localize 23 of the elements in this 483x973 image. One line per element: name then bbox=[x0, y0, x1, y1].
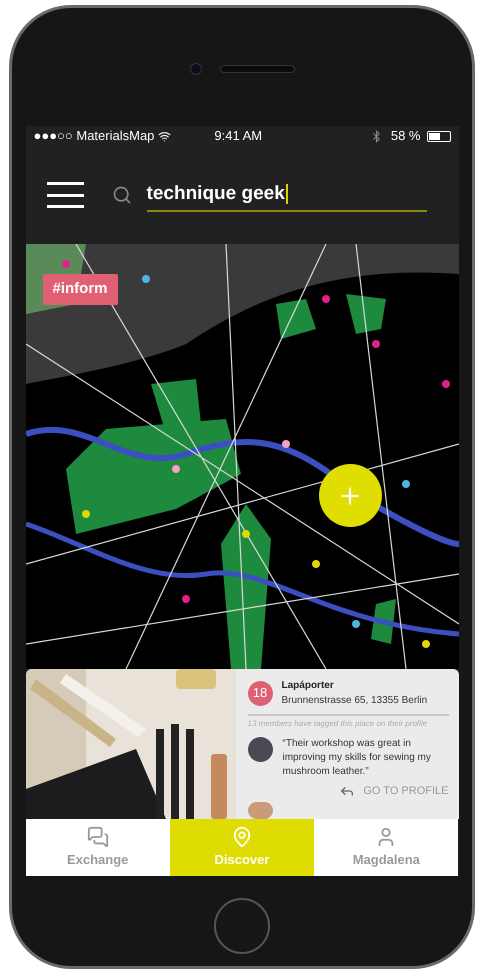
place-name: Lapáporter bbox=[282, 679, 335, 693]
place-address: Brunnenstrasse 65, 13355 Berlin bbox=[282, 694, 428, 708]
search-icon bbox=[112, 185, 132, 205]
menu-button[interactable] bbox=[46, 182, 84, 208]
go-to-profile-link[interactable]: GO TO PROFILE bbox=[339, 783, 448, 800]
tag-note: 13 members have tagged this place on their profile bbox=[248, 718, 428, 730]
tab[interactable]: Exchange bbox=[26, 819, 170, 876]
count-badge: 18 bbox=[248, 680, 272, 706]
place-card[interactable]: 18 Lapáporter Brunnenstrasse 65, 13355 Berlin 13 members have tagged this place on their profile “Their workshop was great in improving my skills for sewing my mushroom leather.” GO TO PROFILE bbox=[26, 669, 458, 819]
search-field[interactable]: technique geek bbox=[146, 178, 426, 212]
wifi-icon bbox=[158, 130, 172, 142]
chat-icon bbox=[86, 826, 109, 848]
carrier-label: ●●●○○ MaterialsMap bbox=[34, 127, 154, 146]
review-quote: “Their workshop was great in improving my skills for sewing my mushroom leather.” bbox=[282, 737, 432, 779]
camera-icon bbox=[190, 63, 202, 75]
tab[interactable]: Discover bbox=[170, 819, 314, 876]
battery-label: 58 % bbox=[390, 127, 420, 146]
avatar bbox=[248, 737, 272, 762]
tab[interactable]: Magdalena bbox=[314, 819, 458, 876]
battery-icon bbox=[426, 130, 450, 142]
avatar bbox=[248, 802, 272, 819]
home-button[interactable] bbox=[214, 898, 270, 954]
clock-label: 9:41 AM bbox=[214, 127, 262, 146]
